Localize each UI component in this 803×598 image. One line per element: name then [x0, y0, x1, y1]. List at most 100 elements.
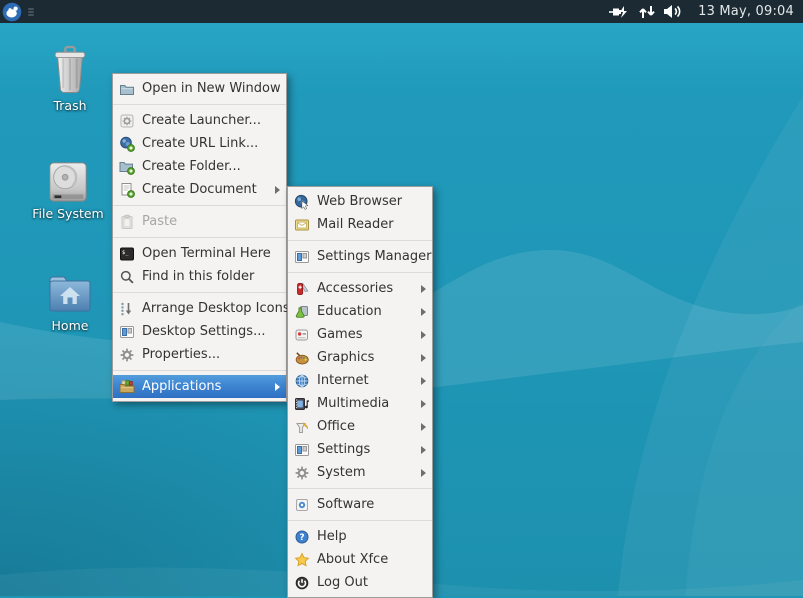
menu-item-create-folder[interactable]: Create Folder... [113, 155, 286, 178]
battery-charging-icon[interactable] [608, 5, 632, 19]
desktop-icon-label: Trash [53, 99, 86, 113]
menu-item-label: Create Folder... [142, 159, 241, 174]
menu-item-system[interactable]: System [288, 461, 432, 484]
menu-item-software[interactable]: Software [288, 493, 432, 516]
menu-item-accessories[interactable]: Accessories [288, 277, 432, 300]
settings-manager-icon [294, 249, 310, 265]
menu-item-desktop-settings[interactable]: Desktop Settings... [113, 320, 286, 343]
menu-item-label: System [317, 465, 365, 480]
menu-item-label: Education [317, 304, 382, 319]
launcher-icon [119, 113, 135, 129]
new-document-icon [119, 182, 135, 198]
education-icon [294, 304, 310, 320]
menu-item-label: Settings [317, 442, 370, 457]
svg-text:$_: $_ [122, 250, 129, 256]
submenu-arrow-icon [421, 469, 426, 477]
menu-item-about-xfce[interactable]: About Xfce [288, 548, 432, 571]
submenu-arrow-icon [421, 308, 426, 316]
network-transfer-icon[interactable] [638, 5, 656, 19]
menu-item-label: Open Terminal Here [142, 246, 271, 261]
software-icon [294, 497, 310, 513]
desktop-icon-label: Home [52, 319, 89, 333]
menu-item-label: Multimedia [317, 396, 389, 411]
menu-item-create-launcher[interactable]: Create Launcher... [113, 109, 286, 132]
sort-icon [119, 301, 135, 317]
menu-item-multimedia[interactable]: Multimedia [288, 392, 432, 415]
menu-item-find-in-this-folder[interactable]: Find in this folder [113, 265, 286, 288]
panel-indicator-icon[interactable] [28, 7, 34, 17]
gear-icon [119, 347, 135, 363]
menu-item-web-browser[interactable]: Web Browser [288, 190, 432, 213]
menu-item-settings[interactable]: Settings [288, 438, 432, 461]
top-panel: 13 May, 09:04 [0, 0, 803, 23]
menu-item-label: Office [317, 419, 355, 434]
submenu-arrow-icon [275, 383, 280, 391]
panel-clock[interactable]: 13 May, 09:04 [698, 4, 794, 19]
menu-item-label: Applications [142, 379, 221, 394]
menu-item-education[interactable]: Education [288, 300, 432, 323]
menu-item-label: Desktop Settings... [142, 324, 265, 339]
submenu-arrow-icon [421, 446, 426, 454]
menu-item-label: Graphics [317, 350, 374, 365]
menu-item-settings-manager[interactable]: Settings Manager [288, 245, 432, 268]
menu-item-label: Properties... [142, 347, 220, 362]
home-folder-icon [46, 264, 94, 316]
settings-icon [294, 442, 310, 458]
search-icon [119, 269, 135, 285]
submenu-arrow-icon [421, 331, 426, 339]
submenu-arrow-icon [421, 285, 426, 293]
menu-item-label: Create Launcher... [142, 113, 261, 128]
menu-item-create-url-link[interactable]: Create URL Link... [113, 132, 286, 155]
desktop-icon-home[interactable]: Home [22, 264, 118, 333]
menu-item-label: Software [317, 497, 374, 512]
star-icon [294, 552, 310, 568]
menu-item-internet[interactable]: Internet [288, 369, 432, 392]
menu-item-log-out[interactable]: Log Out [288, 571, 432, 594]
menu-item-label: Mail Reader [317, 217, 394, 232]
new-folder-icon [119, 159, 135, 175]
submenu-arrow-icon [275, 186, 280, 194]
menu-item-label: Create Document [142, 182, 257, 197]
url-link-icon [119, 136, 135, 152]
menu-item-open-terminal-here[interactable]: $_ Open Terminal Here [113, 242, 286, 265]
office-icon [294, 419, 310, 435]
menu-item-label: Paste [142, 214, 177, 229]
menu-item-label: Internet [317, 373, 369, 388]
menu-item-label: Accessories [317, 281, 393, 296]
desktop-icon-label: File System [32, 207, 104, 221]
terminal-icon: $_ [119, 246, 135, 262]
menu-item-create-document[interactable]: Create Document [113, 178, 286, 201]
menu-separator [288, 520, 432, 521]
menu-item-properties[interactable]: Properties... [113, 343, 286, 366]
accessories-icon [294, 281, 310, 297]
menu-item-label: Find in this folder [142, 269, 254, 284]
submenu-arrow-icon [421, 377, 426, 385]
desktop-icon-file-system[interactable]: File System [20, 152, 116, 221]
display-settings-icon [119, 324, 135, 340]
menu-item-games[interactable]: Games [288, 323, 432, 346]
mail-icon [294, 217, 310, 233]
menu-item-arrange-desktop-icons[interactable]: Arrange Desktop Icons [113, 297, 286, 320]
menu-separator [288, 488, 432, 489]
menu-item-open-in-new-window[interactable]: Open in New Window [113, 77, 286, 100]
menu-separator [113, 205, 286, 206]
menu-item-applications[interactable]: Applications [113, 375, 286, 398]
graphics-icon [294, 350, 310, 366]
applications-folder-icon [119, 379, 135, 395]
submenu-arrow-icon [421, 354, 426, 362]
submenu-arrow-icon [421, 400, 426, 408]
menu-item-label: Arrange Desktop Icons [142, 301, 290, 316]
menu-item-graphics[interactable]: Graphics [288, 346, 432, 369]
menu-separator [288, 240, 432, 241]
menu-separator [113, 237, 286, 238]
menu-item-office[interactable]: Office [288, 415, 432, 438]
multimedia-icon [294, 396, 310, 412]
submenu-arrow-icon [421, 423, 426, 431]
desktop-icon-trash[interactable]: Trash [22, 44, 118, 113]
menu-item-help[interactable]: ? Help [288, 525, 432, 548]
menu-separator [113, 292, 286, 293]
menu-item-label: Help [317, 529, 347, 544]
audio-volume-icon[interactable] [662, 4, 684, 19]
menu-item-mail-reader[interactable]: Mail Reader [288, 213, 432, 236]
xubuntu-logo-icon[interactable] [2, 2, 22, 22]
